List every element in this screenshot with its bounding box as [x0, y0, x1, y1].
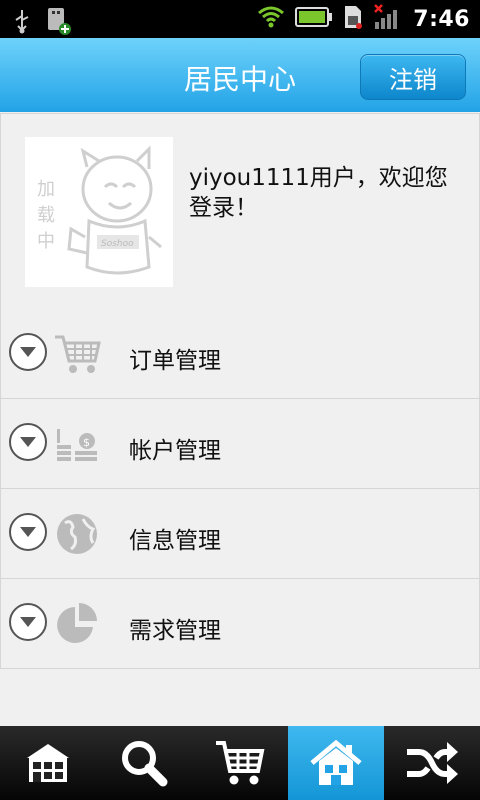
menu-item-label: 需求管理: [129, 618, 221, 644]
tiger-mascot-placeholder-icon: Soshoo 加 载 中: [37, 145, 162, 275]
globe-icon: [53, 511, 101, 557]
menu-item-label: 信息管理: [129, 528, 221, 554]
clock: 7:46: [413, 6, 470, 32]
cart-icon: [216, 741, 265, 785]
chevron-down-icon: [9, 513, 47, 551]
avatar-loading-text-1: 加: [37, 179, 55, 200]
chevron-down-icon: [9, 423, 47, 461]
menu-item-demand[interactable]: 需求管理: [1, 579, 479, 669]
tab-store[interactable]: [0, 726, 96, 800]
cart-icon: [53, 331, 101, 377]
menu-item-label: 订单管理: [129, 348, 221, 374]
chevron-down-icon: [9, 333, 47, 371]
tab-search[interactable]: [96, 726, 192, 800]
menu-item-label: 帐户管理: [129, 438, 221, 464]
avatar-loading-text-3: 中: [37, 231, 55, 252]
menu-item-orders[interactable]: 订单管理: [1, 309, 479, 399]
svg-text:Soshoo: Soshoo: [101, 239, 134, 249]
usb-icon: [14, 8, 30, 38]
title-bar: 居民中心 注销: [0, 38, 480, 112]
coins-icon: $: [53, 421, 101, 467]
menu-item-account[interactable]: $ 帐户管理: [1, 399, 479, 489]
tab-shuffle[interactable]: [384, 726, 480, 800]
home-icon: [310, 739, 362, 785]
logout-button[interactable]: 注销: [360, 54, 466, 100]
chevron-down-icon: [9, 603, 47, 641]
profile-card: Soshoo 加 载 中 yiyou1111用户，欢迎您登录！: [0, 113, 480, 311]
menu-list: 订单管理 $ 帐户管理 信息管理 需求管理: [0, 309, 480, 669]
menu-item-info[interactable]: 信息管理: [1, 489, 479, 579]
sim-icon: [343, 4, 363, 34]
bottom-tab-bar: [0, 726, 480, 800]
status-bar: 7:46: [0, 0, 480, 38]
welcome-message: yiyou1111用户，欢迎您登录！: [189, 165, 448, 221]
signal-icon: [373, 4, 403, 34]
svg-text:$: $: [83, 436, 90, 449]
wifi-icon: [257, 4, 285, 34]
store-icon: [27, 744, 69, 782]
tab-cart[interactable]: [192, 726, 288, 800]
search-icon: [122, 741, 168, 787]
pie-chart-icon: [53, 601, 101, 647]
tab-home[interactable]: [288, 726, 384, 800]
avatar: Soshoo 加 载 中: [25, 137, 173, 287]
usb-debug-icon: [44, 6, 74, 40]
avatar-loading-text-2: 载: [37, 205, 55, 226]
battery-icon: [295, 6, 333, 32]
shuffle-icon: [407, 742, 458, 784]
